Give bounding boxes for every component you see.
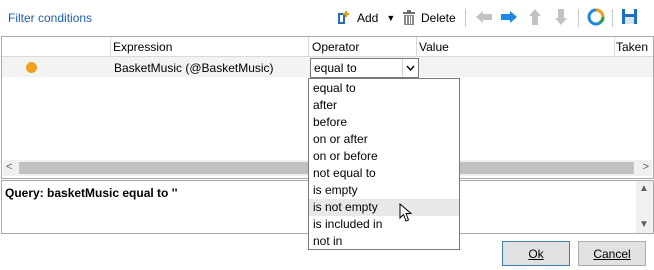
option-is-not-empty[interactable]: is not empty bbox=[309, 199, 459, 216]
operator-select-value: equal to bbox=[314, 61, 357, 75]
arrow-left-icon bbox=[475, 9, 493, 28]
option-label: on or before bbox=[313, 149, 378, 163]
option-label: equal to bbox=[313, 81, 356, 95]
option-not-equal-to[interactable]: not equal to bbox=[309, 165, 459, 182]
distribution-chart-icon bbox=[587, 8, 605, 29]
column-divider bbox=[110, 37, 111, 56]
option-equal-to[interactable]: equal to bbox=[309, 80, 459, 97]
dropdown-arrow-icon[interactable]: ▼ bbox=[386, 13, 395, 23]
add-button[interactable]: Add ▼ bbox=[336, 7, 395, 29]
option-not-in[interactable]: not in bbox=[309, 233, 459, 250]
column-divider bbox=[614, 37, 615, 56]
scroll-up-icon[interactable]: ▲ bbox=[639, 183, 649, 194]
scroll-down-icon[interactable]: ▼ bbox=[639, 219, 649, 230]
option-after[interactable]: after bbox=[309, 97, 459, 114]
expression-cell[interactable]: BasketMusic (@BasketMusic) bbox=[114, 61, 274, 75]
arrow-up-icon bbox=[527, 8, 543, 29]
option-before[interactable]: before bbox=[309, 114, 459, 131]
scroll-left-icon[interactable]: < bbox=[6, 161, 12, 173]
delete-icon bbox=[402, 10, 416, 26]
cancel-button-label: Cancel bbox=[593, 246, 631, 261]
query-text: Query: basketMusic equal to '' bbox=[5, 186, 178, 200]
move-right-button[interactable] bbox=[500, 7, 518, 29]
column-divider bbox=[308, 37, 309, 56]
option-on-or-before[interactable]: on or before bbox=[309, 148, 459, 165]
toolbar: Filter conditions Add ▼ Delete bbox=[0, 0, 654, 35]
option-label: is empty bbox=[313, 183, 358, 197]
option-label: is not empty bbox=[313, 200, 378, 214]
toolbar-separator bbox=[465, 9, 466, 27]
delete-button[interactable]: Delete bbox=[402, 7, 456, 29]
option-is-included-in[interactable]: is included in bbox=[309, 216, 459, 233]
status-dot-icon bbox=[26, 62, 37, 73]
vertical-scrollbar[interactable]: ▲ ▼ bbox=[636, 181, 653, 233]
option-label: not equal to bbox=[313, 166, 376, 180]
operator-dropdown-list: equal to after before on or after on or … bbox=[308, 78, 460, 250]
move-down-button[interactable] bbox=[553, 7, 569, 29]
column-header-expression[interactable]: Expression bbox=[113, 40, 172, 54]
move-up-button[interactable] bbox=[527, 7, 543, 29]
move-left-button[interactable] bbox=[475, 7, 493, 29]
option-label: is included in bbox=[313, 217, 383, 231]
add-label: Add bbox=[357, 11, 379, 25]
add-condition-icon bbox=[336, 10, 352, 26]
option-label: after bbox=[313, 98, 338, 112]
save-icon bbox=[621, 8, 638, 28]
ok-button-label: Ok bbox=[528, 246, 544, 261]
delete-label: Delete bbox=[421, 11, 456, 25]
operator-select[interactable]: equal to bbox=[310, 58, 419, 78]
option-label: on or after bbox=[313, 132, 368, 146]
arrow-down-icon bbox=[553, 8, 569, 29]
option-is-empty[interactable]: is empty bbox=[309, 182, 459, 199]
toolbar-separator bbox=[612, 9, 613, 27]
save-button[interactable] bbox=[621, 7, 638, 29]
chevron-down-icon[interactable] bbox=[402, 59, 418, 77]
cancel-button[interactable]: Cancel bbox=[578, 241, 646, 266]
arrow-right-icon bbox=[500, 9, 518, 28]
toolbar-separator bbox=[578, 9, 579, 27]
mouse-cursor-icon bbox=[399, 202, 413, 226]
column-header-taken[interactable]: Taken bbox=[616, 40, 648, 54]
scroll-right-icon[interactable]: > bbox=[643, 161, 649, 173]
grid-header: Expression Operator Value Taken bbox=[2, 37, 653, 57]
column-header-value[interactable]: Value bbox=[419, 40, 449, 54]
panel-title: Filter conditions bbox=[8, 11, 93, 25]
option-on-or-after[interactable]: on or after bbox=[309, 131, 459, 148]
column-header-operator[interactable]: Operator bbox=[312, 40, 359, 54]
column-divider bbox=[416, 37, 417, 56]
distribution-button[interactable] bbox=[587, 7, 605, 29]
option-label: not in bbox=[313, 234, 343, 248]
option-label: before bbox=[313, 115, 348, 129]
ok-button[interactable]: Ok bbox=[502, 241, 570, 266]
